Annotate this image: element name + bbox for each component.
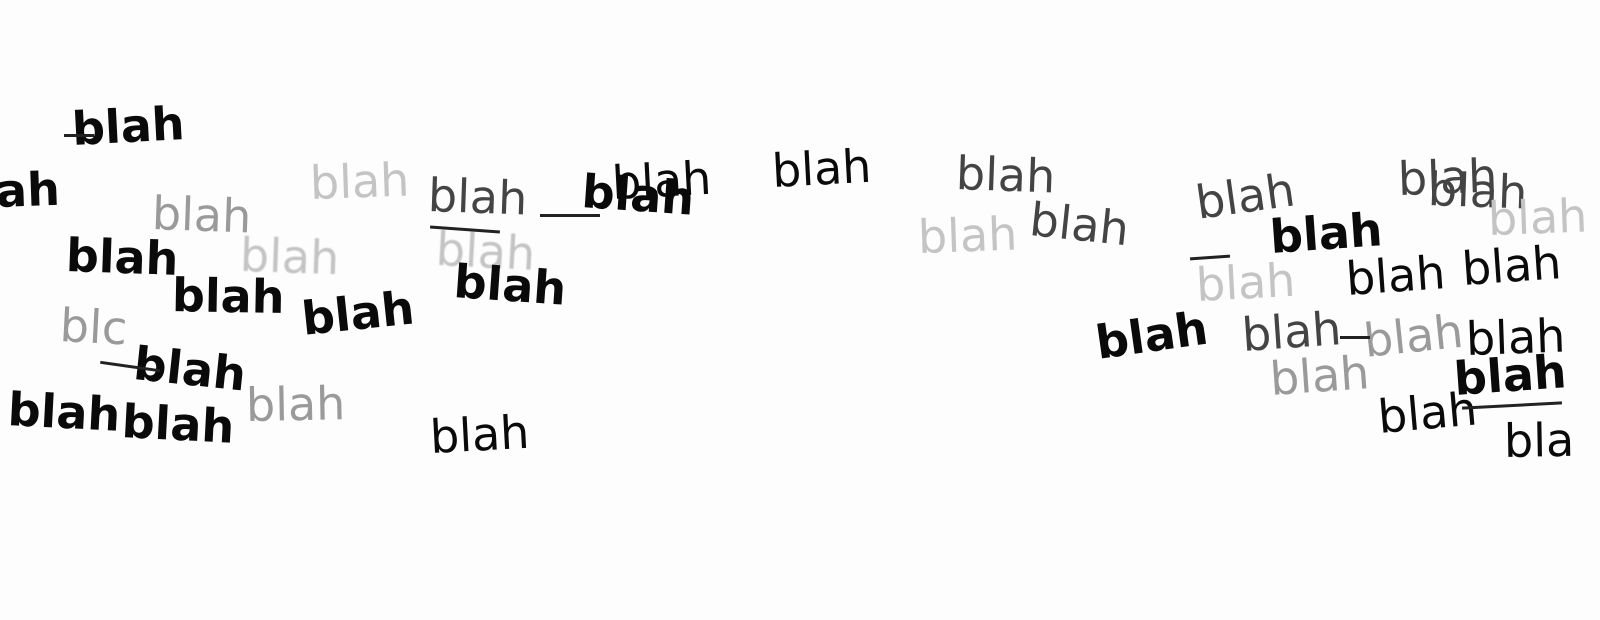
stamp-word: blah <box>770 138 873 198</box>
stamp-word: blah <box>1460 235 1563 296</box>
stamp-word: blah <box>309 152 411 210</box>
stamp-word: blah <box>1268 345 1371 406</box>
stamp-word: blah <box>6 382 122 442</box>
stamp-word: blah <box>452 254 569 316</box>
stamp-word: blah <box>1194 252 1297 312</box>
ink-smudge <box>64 134 94 137</box>
ink-smudge <box>1340 336 1370 339</box>
stamp-word: blah <box>70 96 186 156</box>
stamp-partial-word: blc <box>58 298 129 356</box>
stamp-word: blah <box>171 268 285 324</box>
stamp-word: blah <box>1375 381 1480 444</box>
stamp-word: blah <box>299 280 417 346</box>
stamp-word: blah <box>427 168 529 226</box>
stamp-word: blah <box>917 206 1019 264</box>
stamp-word: blah <box>1344 245 1447 306</box>
ink-smudge <box>540 214 600 217</box>
stamp-word: blah <box>245 376 346 432</box>
stamp-word: blah <box>428 404 531 464</box>
stamp-word: blah <box>65 228 180 286</box>
stamp-word: blah <box>1092 300 1212 370</box>
stamp-word: blah <box>120 394 236 454</box>
stamp-word: blah <box>610 150 713 210</box>
stamp-partial-word: ah <box>0 161 61 218</box>
stamp-word: blah <box>1027 192 1132 257</box>
stamp-partial-word: bla <box>1503 412 1575 468</box>
stamp-canvas: blah ah blah blah blah blah blah blc bla… <box>0 0 1600 620</box>
stamp-word: blah <box>1487 188 1589 246</box>
stamp-word: blah <box>1361 303 1466 368</box>
